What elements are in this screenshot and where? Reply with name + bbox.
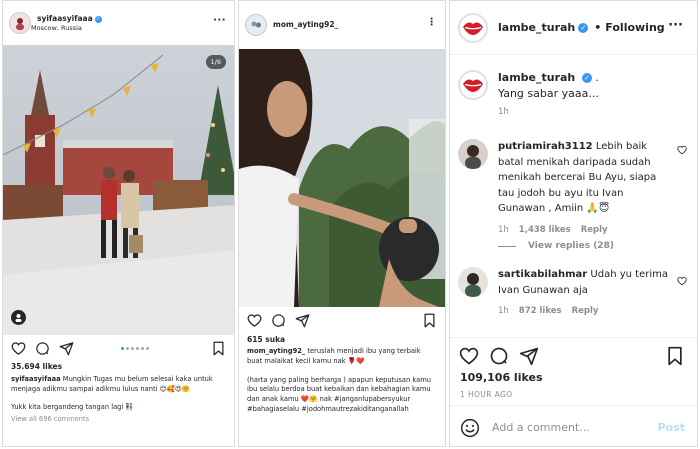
username[interactable]: mom_ayting92_ [273,20,338,30]
comment-username[interactable]: sartikabilahmar [498,269,587,280]
view-replies-link[interactable]: View replies (28) [498,241,614,251]
avatar[interactable] [458,139,488,169]
comment-item: putriamirah3112 Lebih baik batal menikah… [458,139,687,239]
caption: syifaasyifaaa Mungkin Tugas mu belum sel… [11,375,226,394]
comment-time: 1h [498,306,509,316]
view-all-comments-link[interactable]: View all 696 comments [11,415,89,421]
comment-likes[interactable]: 1,438 likes [519,225,571,235]
post-actions [247,313,437,328]
heart-icon[interactable] [247,313,262,328]
post-detail-panel: lambe_turah ✓ • Following ··· lambe_tura… [449,0,698,447]
username[interactable]: syifaasyifaaa [37,14,93,23]
comment-likes[interactable]: 872 likes [519,306,562,316]
more-icon[interactable]: ··· [668,18,683,33]
heart-icon[interactable] [677,145,687,155]
post-photo[interactable]: 1/6 [3,45,234,335]
comment-meta: 1h 1,438 likes Reply [498,223,669,239]
comment-username[interactable]: putriamirah3112 [498,141,593,152]
location[interactable]: Moscow, Russia [31,24,102,32]
heart-icon[interactable] [459,346,479,366]
post-card-syifaasyifaaa: syifaasyifaaa ✓ Moscow, Russia ··· 1/6 3… [2,0,235,447]
post-actions [11,341,226,356]
caption-dot: . [595,71,599,84]
comment-input[interactable]: Add a comment... [492,421,658,434]
smile-icon[interactable] [460,418,480,438]
avatar[interactable] [245,14,267,36]
like-count[interactable]: 615 suka [247,335,285,344]
username[interactable]: lambe_turah [498,21,575,34]
caption-username[interactable]: syifaasyifaaa [11,375,61,383]
caption-username[interactable]: mom_ayting92_ [247,347,305,355]
caption-line2: Yukk kita bergandeng tangan lagi 👫 [11,403,134,411]
avatar[interactable] [458,267,488,297]
verified-icon: ✓ [578,22,589,33]
post-photo[interactable] [239,49,445,307]
post-header: mom_ayting92_ ⋮ [239,1,445,49]
caption: mom_ayting92_ teruslah menjadi ibu yang … [247,347,437,414]
following-button[interactable]: Following [605,21,664,34]
share-icon[interactable] [519,346,539,366]
tag-user-icon[interactable] [11,310,26,325]
bookmark-icon[interactable] [422,313,437,328]
lips-logo-icon [463,22,483,35]
caption-text: Yang sabar yaaa... [498,86,599,100]
post-button[interactable]: Post [658,421,685,434]
add-comment-bar: Add a comment... Post [450,405,697,446]
reply-button[interactable]: Reply [581,225,608,235]
comment-meta: 1h 872 likes Reply [498,304,669,320]
post-timestamp: 1 HOUR AGO [460,390,513,399]
comment-icon[interactable] [489,346,509,366]
post-card-mom-ayting92: mom_ayting92_ ⋮ 615 suka mom_ayting92_ t [238,0,446,447]
more-icon[interactable]: ⋮ [427,17,438,28]
caption-time: 1h [498,107,509,117]
verified-icon: ✓ [94,16,102,23]
like-count[interactable]: 35.694 likes [11,362,62,371]
more-icon[interactable]: ··· [213,15,226,26]
carousel-indicator [121,347,149,350]
caption-comment: lambe_turah ✓ . Yang sabar yaaa... 1h [458,70,687,120]
view-replies-label[interactable]: View replies (28) [528,241,614,251]
verified-icon: ✓ [581,73,592,83]
reply-button[interactable]: Reply [572,306,599,316]
comment-icon[interactable] [271,313,286,328]
avatar[interactable] [458,70,488,100]
caption-more: (harta yang paling berharga ) apapun kep… [247,375,431,413]
bookmark-icon[interactable] [665,346,685,366]
heart-icon[interactable] [677,276,687,286]
comment-icon[interactable] [35,341,50,356]
heart-icon[interactable] [11,341,26,356]
share-icon[interactable] [295,313,310,328]
caption-username[interactable]: lambe_turah [498,71,575,84]
post-header: lambe_turah ✓ • Following ··· [450,1,697,55]
comment-item: sartikabilahmar Udah yu terima Ivan Guna… [458,267,687,327]
lips-logo-icon [463,79,483,92]
like-count[interactable]: 109,106 likes [460,371,543,384]
share-icon[interactable] [59,341,74,356]
bookmark-icon[interactable] [211,341,226,356]
comment-time: 1h [498,224,509,235]
follow-separator: • [594,21,602,34]
divider [498,245,516,247]
carousel-counter: 1/6 [205,55,226,69]
avatar[interactable] [9,12,31,34]
post-header: syifaasyifaaa ✓ Moscow, Russia ··· [3,1,234,45]
avatar[interactable] [458,12,488,43]
